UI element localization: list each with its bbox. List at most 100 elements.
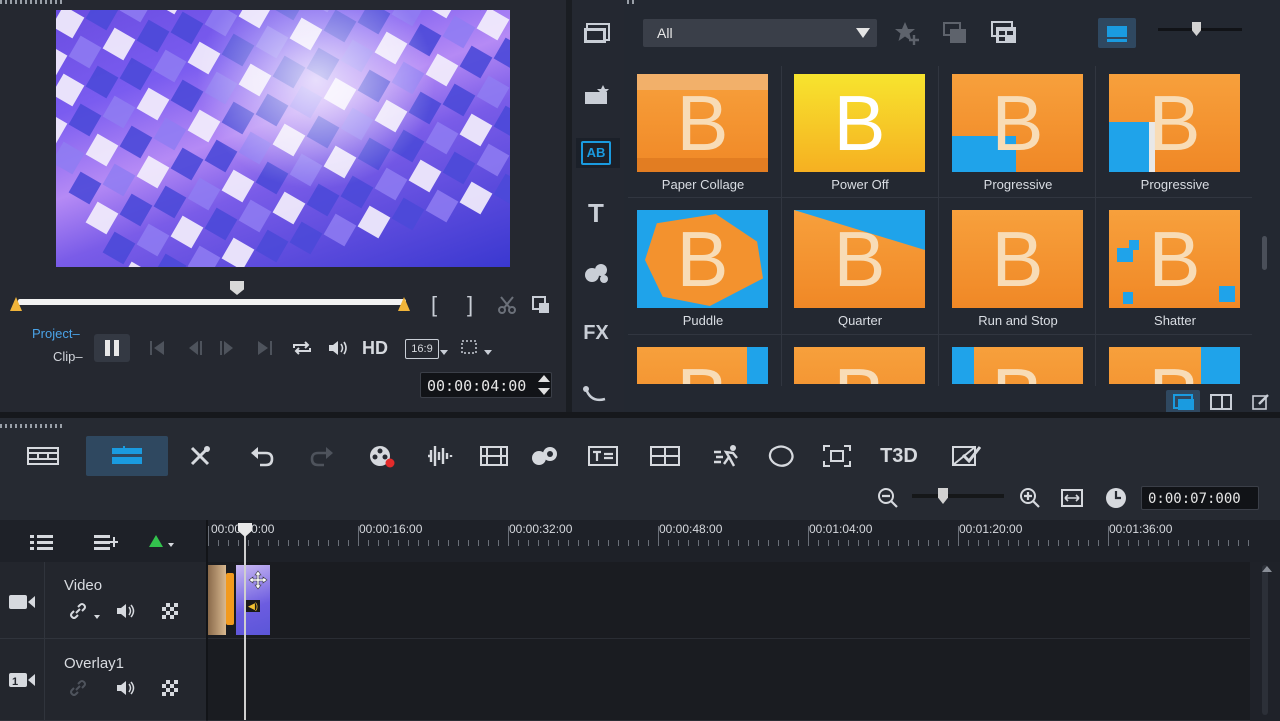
edit-button[interactable] bbox=[1248, 390, 1274, 414]
mark-in-button[interactable]: [ bbox=[424, 292, 444, 318]
aspect-dropdown-icon[interactable] bbox=[440, 350, 448, 355]
transition-item[interactable]: B Paper Collage bbox=[628, 66, 778, 194]
resize-output-button[interactable] bbox=[528, 292, 554, 318]
category-media[interactable] bbox=[580, 18, 614, 48]
pause-icon bbox=[94, 334, 130, 362]
tools-button[interactable] bbox=[184, 440, 216, 472]
mark-out-button[interactable]: ] bbox=[460, 292, 480, 318]
ripple-dropdown-icon[interactable] bbox=[94, 615, 100, 619]
auto-music-button[interactable] bbox=[478, 440, 510, 472]
split-screen-button[interactable] bbox=[948, 440, 984, 472]
video-track[interactable] bbox=[208, 562, 1250, 639]
timeline-grip[interactable] bbox=[0, 424, 62, 428]
track-manager-button[interactable] bbox=[26, 530, 58, 554]
time-remapping-button[interactable] bbox=[710, 440, 744, 472]
zoom-out-button[interactable] bbox=[874, 484, 902, 512]
go-to-start-button[interactable] bbox=[144, 334, 170, 362]
motion-tracking-button[interactable] bbox=[528, 440, 562, 472]
apply-to-all-button[interactable] bbox=[988, 18, 1020, 48]
mode-clip[interactable]: Clip– bbox=[53, 349, 83, 364]
undo-button[interactable] bbox=[246, 440, 278, 472]
next-frame-button[interactable] bbox=[214, 334, 240, 362]
category-instant-project[interactable] bbox=[580, 80, 614, 110]
overlay-track-icon[interactable]: 1 bbox=[6, 668, 38, 692]
record-capture-button[interactable] bbox=[366, 440, 398, 472]
scrub-bar[interactable] bbox=[18, 299, 406, 305]
fit-project-button[interactable] bbox=[1058, 484, 1086, 512]
transition-thumbnail-partial[interactable]: B bbox=[637, 347, 768, 384]
go-to-end-button[interactable] bbox=[252, 334, 278, 362]
ripple-link-button[interactable] bbox=[66, 600, 90, 622]
panel-grip[interactable] bbox=[0, 0, 62, 4]
transition-item[interactable]: B Progressive bbox=[1100, 66, 1250, 194]
overlay-ripple-link-button[interactable] bbox=[66, 677, 90, 699]
pan-zoom-button[interactable] bbox=[820, 440, 854, 472]
grid-divider bbox=[1095, 66, 1096, 386]
3d-title-editor-button[interactable]: T3D bbox=[878, 440, 920, 472]
chapter-dropdown-icon[interactable] bbox=[168, 543, 174, 547]
split-clip-button[interactable] bbox=[494, 292, 520, 318]
transition-item[interactable]: B Power Off bbox=[785, 66, 935, 194]
storyboard-view-button[interactable] bbox=[24, 440, 62, 472]
ruler-tick bbox=[1148, 540, 1149, 546]
video-clip[interactable] bbox=[208, 565, 226, 635]
trim-start-marker[interactable] bbox=[10, 297, 22, 311]
timeline-vertical-scrollbar[interactable] bbox=[1262, 565, 1268, 715]
repeat-button[interactable] bbox=[288, 334, 316, 362]
mode-project[interactable]: Project– bbox=[32, 326, 80, 341]
timecode-up-icon[interactable] bbox=[538, 375, 550, 382]
library-view-toggle-button[interactable] bbox=[1166, 390, 1200, 414]
timecode-down-icon[interactable] bbox=[538, 388, 550, 395]
category-graphics[interactable] bbox=[580, 258, 614, 288]
transition-item[interactable]: B Puddle bbox=[628, 202, 778, 330]
chapter-cue-menu-button[interactable] bbox=[90, 530, 122, 554]
category-transition[interactable]: AB bbox=[580, 138, 612, 168]
transition-item[interactable]: B Quarter bbox=[785, 202, 935, 330]
preview-tile bbox=[426, 122, 459, 155]
video-track-mute-button[interactable] bbox=[114, 600, 138, 622]
transition-thumbnail-partial[interactable]: B bbox=[952, 347, 1083, 384]
chevron-down-icon[interactable] bbox=[856, 28, 870, 38]
transition-thumbnail-partial[interactable]: B bbox=[794, 347, 925, 384]
overlay-track-transparency-button[interactable] bbox=[158, 677, 182, 699]
chapter-marker-icon[interactable] bbox=[149, 535, 163, 547]
video-track-transparency-button[interactable] bbox=[158, 600, 182, 622]
transition-thumbnail-partial[interactable]: B bbox=[1109, 347, 1240, 384]
transition-clip[interactable] bbox=[226, 573, 234, 625]
library-scrollbar[interactable] bbox=[1262, 236, 1267, 270]
playhead[interactable] bbox=[244, 524, 246, 720]
overlay-track-mute-button[interactable] bbox=[114, 677, 138, 699]
transition-item[interactable]: B Shatter bbox=[1100, 202, 1250, 330]
category-fx[interactable]: FX bbox=[580, 318, 612, 348]
thumbnail-view-button[interactable] bbox=[1098, 18, 1136, 48]
preview-timecode[interactable]: 00:00:04:00 bbox=[420, 372, 552, 398]
multi-trim-button[interactable] bbox=[648, 440, 682, 472]
add-to-favorites-button[interactable] bbox=[892, 18, 922, 48]
sound-mixer-button[interactable] bbox=[424, 440, 456, 472]
category-path[interactable] bbox=[580, 380, 612, 410]
library-filter-dropdown[interactable]: All bbox=[643, 19, 877, 47]
redo-button[interactable] bbox=[306, 440, 338, 472]
safe-area-button[interactable] bbox=[458, 336, 482, 360]
ruler-tick bbox=[1158, 540, 1159, 546]
video-track-icon[interactable] bbox=[6, 590, 38, 614]
previous-frame-button[interactable] bbox=[182, 334, 208, 362]
hd-preview-button[interactable]: HD bbox=[358, 334, 392, 362]
timeline-view-button[interactable] bbox=[108, 440, 146, 472]
zoom-slider[interactable] bbox=[912, 494, 1004, 498]
trim-end-marker[interactable] bbox=[398, 297, 410, 311]
aspect-ratio-button[interactable]: 16:9 bbox=[405, 339, 439, 359]
transition-item[interactable]: B Run and Stop bbox=[943, 202, 1093, 330]
overlay-track[interactable] bbox=[208, 639, 1250, 721]
pause-button[interactable] bbox=[94, 334, 130, 362]
apply-random-button[interactable] bbox=[940, 18, 970, 48]
safe-area-dropdown-icon[interactable] bbox=[484, 350, 492, 355]
mask-creator-button[interactable] bbox=[764, 440, 798, 472]
volume-button[interactable] bbox=[324, 334, 352, 362]
transition-item[interactable]: B Progressive bbox=[943, 66, 1093, 194]
zoom-in-button[interactable] bbox=[1016, 484, 1044, 512]
subtitle-editor-button[interactable] bbox=[586, 440, 620, 472]
category-title[interactable]: T bbox=[580, 198, 612, 228]
scroll-up-icon[interactable] bbox=[1262, 566, 1272, 572]
options-panel-button[interactable] bbox=[1206, 390, 1236, 414]
